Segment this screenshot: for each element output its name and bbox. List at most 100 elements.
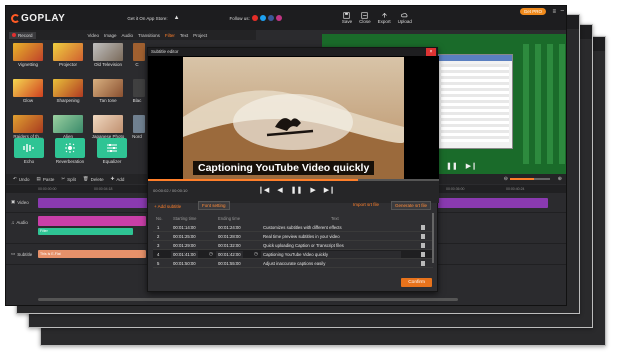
trash-icon[interactable] [421,261,425,266]
minimize-icon[interactable]: – [561,8,564,14]
filter-clip[interactable]: Filter [38,228,133,235]
playback-progress[interactable] [148,179,439,181]
playback-time: 00:00:02 / 00:00:10 [153,188,188,193]
upload-icon [401,13,408,18]
filter-label: Old Television [94,62,122,67]
row-start[interactable]: 00:01:29:00 [173,243,196,248]
audio-effect-echo[interactable]: Echo [11,138,47,168]
pause-icon[interactable]: ❚❚ [446,162,458,170]
delete-button[interactable]: 🗑 Delete [83,176,104,182]
pause-icon[interactable]: ❚❚ [291,186,303,194]
trash-icon[interactable] [421,243,425,248]
export-button[interactable]: Export [378,12,391,24]
row-end[interactable]: 00:01:32:00 [218,243,241,248]
trash-icon[interactable] [421,252,425,257]
paste-button[interactable]: ▤ Paste [37,176,55,182]
add-button[interactable]: ✚ Add [111,176,125,182]
filter-vignetting[interactable]: Vignetting [9,43,47,67]
row-end-input[interactable]: 00:01:42:00 [216,251,243,258]
forward-icon[interactable]: ▶ [310,186,315,194]
subtitle-row[interactable]: 5 00:01:50:00 00:01:55:00 Adjust inaccur… [153,259,433,268]
filter-raiders[interactable]: Raiders of th... [9,115,47,139]
tab-filter[interactable]: Filter [165,33,175,38]
row-text[interactable]: Customizes subtitles with different effe… [263,225,342,230]
row-end[interactable]: 00:01:28:00 [218,234,241,239]
row-start[interactable]: 00:01:50:00 [173,261,196,266]
subtitle-row-selected[interactable]: 4 00:01:41:00 ◷ 00:01:42:00 ◷ Captioning… [153,250,433,259]
filter-label: Glow [22,98,34,103]
row-text-input[interactable]: Captioning YouTube Video quickly [261,251,401,258]
get-pro-button[interactable]: Get PRO [519,8,546,15]
filter-sharpening[interactable]: Sharpening [49,79,87,103]
zoom-in-icon[interactable]: ⊕ [558,176,562,182]
undo-button[interactable]: ↶ Undo [13,176,30,182]
row-end[interactable]: 00:01:24:00 [218,225,241,230]
filter-japanese-photo[interactable]: Japanese Photo [89,115,127,139]
trash-icon[interactable] [421,225,425,230]
subtitle-clip[interactable]: This Is E-Flat [38,250,146,258]
tab-project[interactable]: Project [193,33,207,38]
row-end[interactable]: 00:01:55:00 [218,261,241,266]
audio-clip[interactable] [38,216,146,226]
subtitle-row[interactable]: 3 00:01:29:00 00:01:32:00 Quick uploadin… [153,241,433,250]
clock-icon[interactable]: ◷ [209,251,213,257]
subtitle-track-label: ▭ Subtitle [11,251,32,257]
menu-icon[interactable]: ≡ [552,9,556,15]
table-scrollbar[interactable] [432,213,434,263]
paste-label: Paste [42,176,55,182]
row-start-input[interactable]: 00:01:41:00 [171,251,198,258]
rewind-icon[interactable]: ◀ [277,186,282,194]
instagram-icon[interactable] [275,15,282,21]
facebook-icon[interactable] [267,15,274,21]
filter-tan-tone[interactable]: Tan tone [89,79,127,103]
row-text[interactable]: Adjust inaccurate captions easily [263,261,325,266]
tab-text[interactable]: Text [180,33,188,38]
filter-glow[interactable]: Glow [9,79,47,103]
trash-icon[interactable] [421,234,425,239]
filter-partial-2[interactable]: Blac [129,79,145,103]
row-start[interactable]: 00:01:25:00 [173,234,196,239]
close-icon [361,12,368,19]
record-button[interactable]: Record [9,31,36,39]
tab-video[interactable]: Video [88,33,99,38]
close-button[interactable]: Close [359,12,371,24]
audio-effect-equalizer[interactable]: Equalizer [94,138,130,168]
tab-audio[interactable]: Audio [121,33,133,38]
audio-effect-reverberation[interactable]: Reverberation [52,138,88,168]
subtitle-row[interactable]: 1 00:01:14:00 00:01:24:00 Customizes sub… [153,223,433,232]
skip-forward-icon[interactable]: ▶❙ [324,186,335,194]
next-icon[interactable]: ▶❙ [466,162,477,170]
filter-old-television[interactable]: Old Television [89,43,127,67]
import-srt-button[interactable]: Import srt file [353,202,379,207]
dialog-close-icon[interactable]: × [426,48,436,56]
zoom-slider[interactable] [510,178,550,180]
filter-partial-1[interactable]: C [129,43,145,67]
confirm-button[interactable]: Confirm [401,278,432,287]
save-button[interactable]: Save [342,12,352,24]
tab-image[interactable]: Image [104,33,117,38]
row-text[interactable]: Quick uploading Caption or Transcript fi… [263,243,344,248]
split-button[interactable]: ✂ Split [61,176,76,182]
row-start[interactable]: 00:01:14:00 [173,225,196,230]
add-subtitle-button[interactable]: + Add subtitle [154,204,181,209]
youtube-icon[interactable] [251,15,258,21]
upload-button[interactable]: Upload [398,12,412,24]
audio-effect-label: Reverberation [55,159,85,164]
subtitle-row[interactable]: 2 00:01:25:00 00:01:28:00 Real time prev… [153,232,433,241]
zoom-out-icon[interactable]: ⊖ [504,176,508,182]
row-text[interactable]: Real time preview subtitles in your vide… [263,234,340,239]
timeline-scrollbar[interactable] [38,298,458,301]
music-icon: ♫ [11,220,15,225]
twitter-icon[interactable] [259,15,266,21]
tab-transitions[interactable]: Transitions [138,33,160,38]
filter-partial-3[interactable]: Nord [129,115,145,139]
android-icon[interactable]: ▲ [174,15,180,21]
filter-alien[interactable]: Alien [49,115,87,139]
video-caption: Captioning YouTube Video quickly [193,161,375,175]
filter-projector[interactable]: Projector [49,43,87,67]
generate-srt-button[interactable]: Generate srt file [391,201,432,210]
clock-icon[interactable]: ◷ [254,251,258,257]
font-setting-button[interactable]: Font setting [198,201,230,210]
skip-back-icon[interactable]: ❙◀ [258,186,269,194]
subtitle-clip-label: This Is E-Flat [40,252,61,256]
